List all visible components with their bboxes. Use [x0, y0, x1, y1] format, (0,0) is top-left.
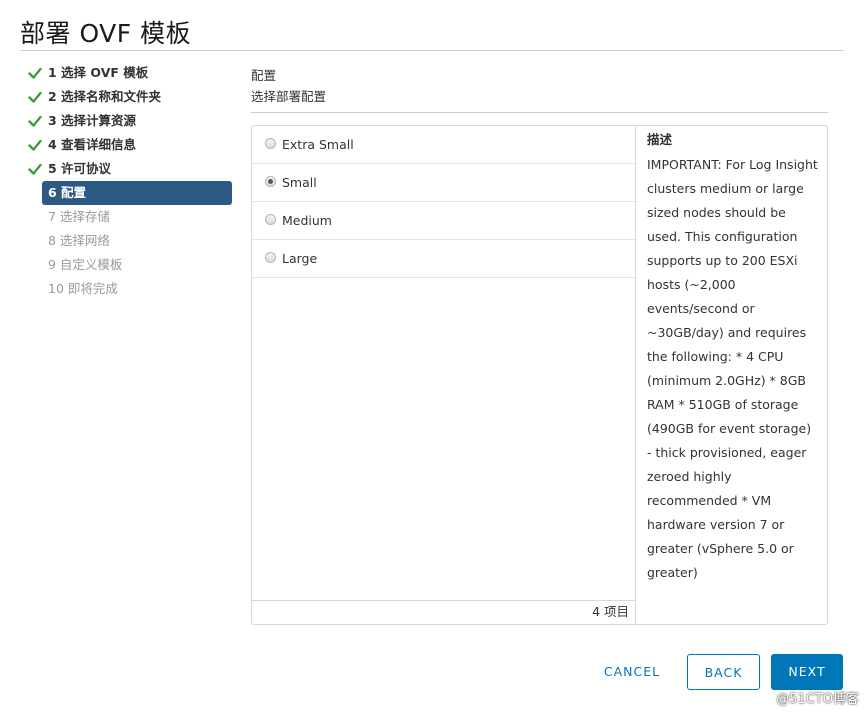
description-text: IMPORTANT: For Log Insight clusters medi…	[647, 157, 818, 580]
wizard-steps: 1 选择 OVF 模板 2 选择名称和文件夹 3 选择计算资源 4 查看详细信息…	[26, 61, 234, 301]
watermark: @51CTO博客	[776, 692, 859, 707]
radio-button[interactable]	[265, 252, 276, 263]
check-icon	[28, 115, 42, 127]
option-label: Large	[282, 251, 318, 266]
wizard-step-label: 1 选择 OVF 模板	[48, 65, 149, 80]
wizard-step-label: 7 选择存储	[48, 209, 110, 224]
back-button[interactable]: BACK	[687, 654, 760, 690]
check-icon	[28, 91, 42, 103]
wizard-step-2[interactable]: 2 选择名称和文件夹	[26, 85, 234, 109]
wizard-step-1[interactable]: 1 选择 OVF 模板	[26, 61, 234, 85]
wizard-step-label: 5 许可协议	[48, 161, 112, 176]
option-label: Medium	[282, 213, 332, 228]
radio-button[interactable]	[265, 138, 276, 149]
item-count: 4 项目	[592, 604, 629, 619]
wizard-step-label: 8 选择网络	[48, 233, 110, 248]
title-divider	[20, 50, 844, 51]
dialog-title: 部署 OVF 模板	[20, 19, 192, 48]
wizard-step-5[interactable]: 5 许可协议	[26, 157, 234, 181]
option-label: Extra Small	[282, 137, 354, 152]
check-icon	[28, 67, 42, 79]
wizard-step-10: 10 即将完成	[26, 277, 234, 301]
description-pane: 描述 IMPORTANT: For Log Insight clusters m…	[647, 129, 819, 585]
wizard-step-9: 9 自定义模板	[26, 253, 234, 277]
radio-button[interactable]	[265, 214, 276, 225]
check-icon	[28, 139, 42, 151]
configuration-list: Extra Small Small Medium Large 4 项目	[252, 126, 636, 624]
option-small[interactable]: Small	[252, 164, 635, 202]
option-large[interactable]: Large	[252, 240, 635, 278]
wizard-step-8: 8 选择网络	[26, 229, 234, 253]
configuration-panel: Extra Small Small Medium Large 4 项目 描述 I…	[251, 125, 828, 625]
cancel-button[interactable]: CANCEL	[592, 654, 672, 690]
next-button[interactable]: NEXT	[771, 654, 843, 690]
list-footer: 4 项目	[252, 600, 635, 624]
wizard-step-label: 2 选择名称和文件夹	[48, 89, 162, 104]
check-icon	[28, 163, 42, 175]
option-label: Small	[282, 175, 317, 190]
section-title: 配置	[251, 68, 277, 83]
wizard-step-label: 9 自定义模板	[48, 257, 123, 272]
wizard-step-label: 10 即将完成	[48, 281, 118, 296]
section-header: 配置 选择部署配置	[251, 66, 326, 108]
section-divider	[251, 112, 828, 113]
wizard-step-label: 6 配置	[48, 185, 87, 200]
option-medium[interactable]: Medium	[252, 202, 635, 240]
radio-button[interactable]	[265, 176, 276, 187]
wizard-step-4[interactable]: 4 查看详细信息	[26, 133, 234, 157]
description-label: 描述	[647, 132, 673, 147]
wizard-step-6[interactable]: 6 配置	[42, 181, 232, 205]
wizard-step-label: 4 查看详细信息	[48, 137, 137, 152]
section-subtitle: 选择部署配置	[251, 89, 327, 104]
wizard-step-7: 7 选择存储	[26, 205, 234, 229]
option-extra-small[interactable]: Extra Small	[252, 126, 635, 164]
wizard-step-3[interactable]: 3 选择计算资源	[26, 109, 234, 133]
wizard-step-label: 3 选择计算资源	[48, 113, 137, 128]
